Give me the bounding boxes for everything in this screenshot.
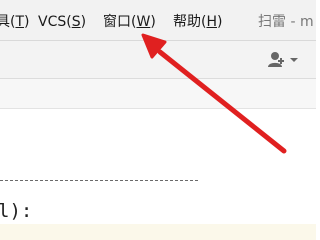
menu-help[interactable]: 帮助(H) [173,13,222,31]
user-dropdown-icon [268,52,298,67]
tab-strip [0,79,316,109]
current-line-highlight [0,224,316,240]
menu-window[interactable]: 窗口(W) [103,13,156,31]
menu-vcs[interactable]: VCS(S) [38,13,86,31]
ide-window: 具(T) VCS(S) 窗口(W) 帮助(H) 扫雷 - m l): [0,0,316,240]
comment-separator [0,180,198,181]
window-title: 扫雷 - m [258,14,314,30]
code-line: l): [0,200,33,222]
menu-bar: 具(T) VCS(S) 窗口(W) 帮助(H) 扫雷 - m [0,0,316,41]
user-menu-button[interactable] [266,50,304,70]
menu-tools[interactable]: 具(T) [0,13,30,31]
code-editor[interactable] [0,109,316,240]
